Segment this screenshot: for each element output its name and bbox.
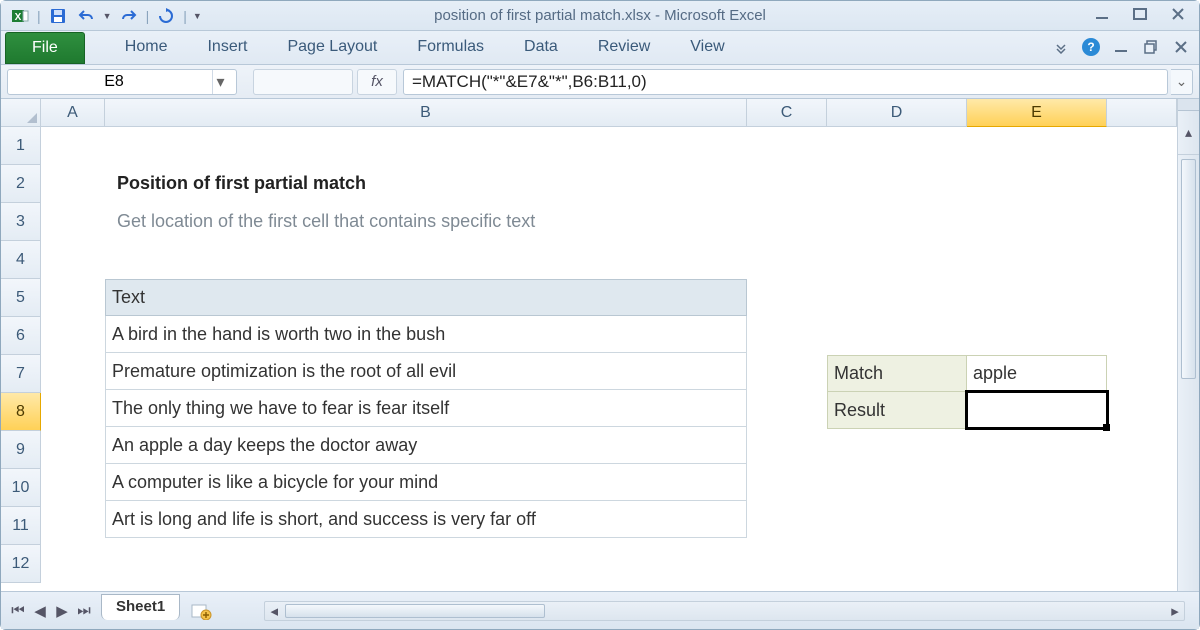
cell-B8[interactable]: The only thing we have to fear is fear i… [105, 390, 747, 427]
restore-workbook-icon[interactable] [1141, 37, 1161, 57]
undo-icon[interactable] [75, 5, 97, 27]
row-header-8[interactable]: 8 [1, 393, 41, 431]
close-icon[interactable] [1165, 5, 1191, 23]
cell-E8[interactable]: 4 [967, 392, 1107, 429]
sheet-tab-bar: ⏮ ◀ ▶ ⏭ Sheet1 ◂ ▸ [1, 591, 1199, 629]
scroll-right-icon[interactable]: ▸ [1166, 602, 1184, 620]
spreadsheet-grid: A B C D E 1 2 3 4 5 6 7 8 9 10 11 12 [1, 99, 1199, 591]
row-header-7[interactable]: 7 [1, 355, 41, 393]
row-header-2[interactable]: 2 [1, 165, 41, 203]
col-header-blank[interactable] [1107, 99, 1177, 127]
tab-home[interactable]: Home [105, 32, 188, 64]
ribbon-tabs: File Home Insert Page Layout Formulas Da… [1, 31, 1199, 65]
col-header-C[interactable]: C [747, 99, 827, 127]
first-sheet-icon[interactable]: ⏮ [8, 601, 28, 621]
cell-B10[interactable]: A computer is like a bicycle for your mi… [105, 464, 747, 501]
qat-divider-icon: | [183, 8, 187, 24]
scroll-left-icon[interactable]: ◂ [265, 602, 283, 620]
split-handle[interactable] [1178, 99, 1199, 111]
col-header-B[interactable]: B [105, 99, 747, 127]
qat-divider-icon: | [37, 8, 41, 24]
vscroll-thumb[interactable] [1181, 159, 1196, 379]
formula-bar: E8 ▾ fx =MATCH("*"&E7&"*",B6:B11,0) ⌄ [1, 65, 1199, 99]
cell-B9[interactable]: An apple a day keeps the doctor away [105, 427, 747, 464]
name-box-dropdown-icon[interactable]: ▾ [212, 70, 228, 94]
name-box-value: E8 [16, 73, 212, 91]
cell-D8[interactable]: Result [827, 392, 967, 429]
row-header-6[interactable]: 6 [1, 317, 41, 355]
maximize-icon[interactable] [1127, 5, 1153, 23]
close-workbook-icon[interactable] [1171, 37, 1191, 57]
help-icon[interactable]: ? [1081, 37, 1101, 57]
row-header-11[interactable]: 11 [1, 507, 41, 545]
cell-E7[interactable]: apple [967, 355, 1107, 392]
row-header-3[interactable]: 3 [1, 203, 41, 241]
sheet-tab-sheet1[interactable]: Sheet1 [101, 594, 180, 620]
ribbon-right-controls: ? [1051, 37, 1191, 57]
prev-sheet-icon[interactable]: ◀ [30, 601, 50, 621]
next-sheet-icon[interactable]: ▶ [52, 601, 72, 621]
cell-B7[interactable]: Premature optimization is the root of al… [105, 353, 747, 390]
cell-B3[interactable]: Get location of the first cell that cont… [111, 203, 541, 240]
tab-data[interactable]: Data [504, 32, 578, 64]
cell-B11[interactable]: Art is long and life is short, and succe… [105, 501, 747, 538]
minimize-icon[interactable] [1089, 5, 1115, 23]
fx-button[interactable]: fx [357, 69, 397, 95]
cell-D7[interactable]: Match [827, 355, 967, 392]
file-tab[interactable]: File [5, 32, 85, 64]
row-header-5[interactable]: 5 [1, 279, 41, 317]
formula-input[interactable]: =MATCH("*"&E7&"*",B6:B11,0) [403, 69, 1168, 95]
tab-page-layout[interactable]: Page Layout [267, 32, 397, 64]
customize-qat-icon[interactable]: ▼ [193, 11, 202, 21]
collapse-ribbon-icon[interactable] [1051, 37, 1071, 57]
cell-B6[interactable]: A bird in the hand is worth two in the b… [105, 316, 747, 353]
row-header-1[interactable]: 1 [1, 127, 41, 165]
col-header-D[interactable]: D [827, 99, 967, 127]
expand-formula-bar-icon[interactable]: ⌄ [1171, 69, 1193, 95]
refresh-icon[interactable] [155, 5, 177, 27]
cell-B5[interactable]: Text [105, 279, 747, 316]
row-header-10[interactable]: 10 [1, 469, 41, 507]
last-sheet-icon[interactable]: ⏭ [74, 601, 94, 621]
formula-actions [253, 69, 353, 95]
svg-text:X: X [15, 12, 22, 23]
undo-dropdown-icon[interactable]: ▼ [103, 11, 112, 21]
tab-insert[interactable]: Insert [187, 32, 267, 64]
tab-view[interactable]: View [670, 32, 744, 64]
hscroll-thumb[interactable] [285, 604, 545, 618]
horizontal-scrollbar[interactable]: ◂ ▸ [264, 601, 1185, 621]
minimize-workbook-icon[interactable] [1111, 37, 1131, 57]
col-header-E[interactable]: E [967, 99, 1107, 127]
save-icon[interactable] [47, 5, 69, 27]
tab-review[interactable]: Review [578, 32, 670, 64]
new-sheet-icon[interactable] [186, 600, 216, 622]
column-headers: A B C D E [41, 99, 1177, 127]
select-all-corner[interactable] [1, 99, 41, 127]
name-box[interactable]: E8 ▾ [7, 69, 237, 95]
scroll-up-icon[interactable]: ▴ [1178, 111, 1199, 154]
fx-group: fx [253, 69, 397, 95]
row-header-4[interactable]: 4 [1, 241, 41, 279]
row-headers: 1 2 3 4 5 6 7 8 9 10 11 12 [1, 127, 41, 591]
row-header-9[interactable]: 9 [1, 431, 41, 469]
cell-B2[interactable]: Position of first partial match [111, 165, 372, 202]
cells-area[interactable]: Position of first partial match Get loca… [41, 127, 1177, 591]
quick-access-toolbar: X | ▼ | | ▼ [7, 5, 202, 27]
excel-icon[interactable]: X [9, 5, 31, 27]
qat-divider-icon: | [146, 8, 150, 24]
col-header-A[interactable]: A [41, 99, 105, 127]
tab-formulas[interactable]: Formulas [397, 32, 504, 64]
row-header-12[interactable]: 12 [1, 545, 41, 583]
redo-icon[interactable] [118, 5, 140, 27]
title-bar: X | ▼ | | ▼ position of first partial ma… [1, 1, 1199, 31]
window-controls [1089, 5, 1191, 23]
vertical-scrollbar[interactable]: ▴ [1177, 99, 1199, 591]
